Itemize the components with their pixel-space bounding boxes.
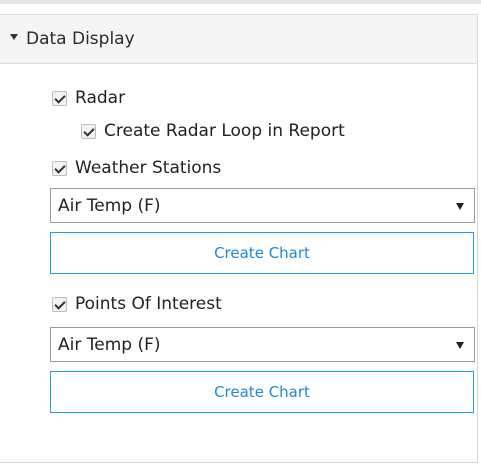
caret-down-icon: [10, 34, 18, 40]
weather-stations-create-chart-button[interactable]: Create Chart: [50, 232, 474, 274]
points-of-interest-select[interactable]: Air Temp (F): [50, 327, 475, 362]
weather-stations-select-value: Air Temp (F): [58, 196, 161, 216]
weather-stations-checkbox[interactable]: [52, 160, 67, 176]
points-of-interest-checkbox[interactable]: [52, 296, 67, 312]
points-of-interest-label: Points Of Interest: [75, 294, 222, 314]
radar-loop-checkbox-row[interactable]: Create Radar Loop in Report: [81, 119, 345, 143]
radar-checkbox-row[interactable]: Radar: [52, 86, 125, 110]
top-border: [0, 0, 481, 4]
radar-label: Radar: [75, 88, 126, 108]
radar-checkbox[interactable]: [52, 90, 67, 106]
weather-stations-select[interactable]: Air Temp (F): [50, 188, 475, 223]
dropdown-arrow-icon: [456, 203, 464, 210]
points-of-interest-create-chart-button[interactable]: Create Chart: [50, 371, 474, 413]
weather-stations-checkbox-row[interactable]: Weather Stations: [52, 156, 221, 180]
weather-stations-label: Weather Stations: [75, 158, 222, 178]
radar-loop-label: Create Radar Loop in Report: [104, 121, 345, 141]
radar-loop-checkbox[interactable]: [81, 123, 96, 139]
panel-header[interactable]: Data Display: [0, 14, 477, 64]
points-of-interest-select-value: Air Temp (F): [58, 335, 161, 355]
dropdown-arrow-icon: [456, 342, 464, 349]
panel-title: Data Display: [26, 29, 135, 49]
data-display-panel: Data Display Radar Create Radar Loop in …: [0, 14, 478, 463]
points-of-interest-checkbox-row[interactable]: Points Of Interest: [52, 292, 222, 316]
